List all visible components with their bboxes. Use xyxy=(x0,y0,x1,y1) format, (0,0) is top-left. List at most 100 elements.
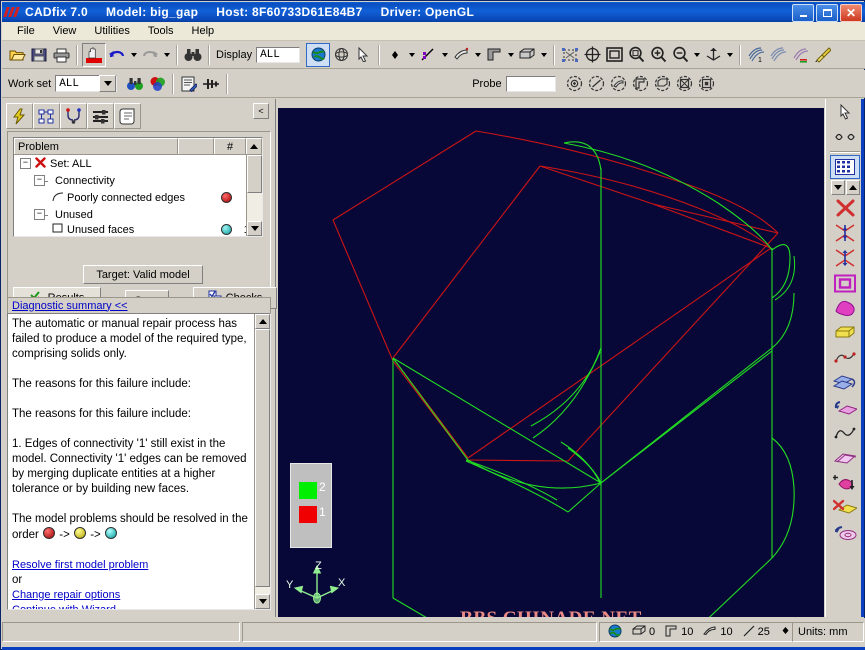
undo-icon[interactable] xyxy=(106,44,128,66)
add-feature-icon[interactable] xyxy=(830,471,860,495)
continue-with-wizard-link[interactable]: Continue with Wizard xyxy=(12,604,116,609)
zoom-in-icon[interactable] xyxy=(647,44,669,66)
hierarchy-icon[interactable] xyxy=(33,103,60,129)
shade-3-icon[interactable] xyxy=(789,44,811,66)
remove-feature-icon[interactable] xyxy=(830,496,860,520)
patch-surface-icon[interactable] xyxy=(830,271,860,295)
hand-stop-icon[interactable] xyxy=(82,42,106,67)
split-vertical-icon[interactable] xyxy=(830,246,860,270)
sew-surface-icon[interactable] xyxy=(830,296,860,320)
tree-scroll-down-button[interactable] xyxy=(247,221,262,236)
fit-selection-icon[interactable] xyxy=(559,44,581,66)
table-row[interactable]: Poorly connected edges 8 xyxy=(14,189,262,206)
expander-connectivity[interactable]: − xyxy=(34,175,45,186)
binoculars-icon[interactable] xyxy=(182,44,204,66)
open-folder-icon[interactable] xyxy=(6,44,28,66)
workset-dropdown-icon[interactable] xyxy=(99,75,117,92)
point-icon[interactable] xyxy=(384,44,406,66)
table-row[interactable]: − Set: ALL xyxy=(14,155,262,172)
save-icon[interactable] xyxy=(28,44,50,66)
expander-unused[interactable]: − xyxy=(34,209,45,220)
sliders-icon[interactable] xyxy=(87,103,114,129)
probe-group-icon[interactable] xyxy=(696,73,718,95)
redo-icon[interactable] xyxy=(139,44,161,66)
diagnostic-summary-bar[interactable]: Diagnostic summary << xyxy=(7,297,271,314)
display-field[interactable]: ALL xyxy=(256,46,301,63)
minimize-button[interactable] xyxy=(792,4,814,22)
arrow-pointer-icon[interactable] xyxy=(830,100,860,124)
table-row[interactable]: Unused faces 10 xyxy=(14,223,262,236)
table-grid-icon[interactable] xyxy=(830,155,860,179)
face-dropdown-icon[interactable] xyxy=(505,44,516,66)
menu-item-view[interactable]: View xyxy=(44,23,86,39)
merge-vertical-icon[interactable] xyxy=(830,221,860,245)
diagnostic-scroll-thumb[interactable] xyxy=(255,329,270,587)
undo-feature-icon[interactable] xyxy=(830,521,860,545)
stack-surfaces-icon[interactable] xyxy=(830,371,860,395)
scroll-down-icon[interactable] xyxy=(830,180,845,195)
lightning-icon[interactable] xyxy=(6,103,33,129)
probe-solid-icon[interactable] xyxy=(674,73,696,95)
edge-pair-icon[interactable] xyxy=(830,125,860,149)
menu-item-help[interactable]: Help xyxy=(183,23,224,39)
solid-icon[interactable] xyxy=(516,44,538,66)
shade-2-icon[interactable] xyxy=(767,44,789,66)
paint-brush-icon[interactable] xyxy=(811,44,833,66)
table-row[interactable]: − Connectivity xyxy=(14,172,262,189)
table-row[interactable]: − Unused xyxy=(14,206,262,223)
probe-point-icon[interactable] xyxy=(564,73,586,95)
probe-shell-icon[interactable] xyxy=(652,73,674,95)
problem-tree[interactable]: Problem # − Set: ALL − Connectivity Poor… xyxy=(13,137,263,237)
shade-1-icon[interactable]: 1 xyxy=(745,44,767,66)
delete-x-icon[interactable] xyxy=(830,196,860,220)
workset-combo[interactable]: ALL xyxy=(55,75,118,92)
menu-item-file[interactable]: File xyxy=(8,23,44,39)
menu-item-utilities[interactable]: Utilities xyxy=(85,23,138,39)
spline-icon[interactable] xyxy=(830,421,860,445)
datum-axis-icon[interactable] xyxy=(200,73,222,95)
maximize-button[interactable] xyxy=(816,4,838,22)
diagnostic-scrollbar[interactable] xyxy=(254,314,270,609)
tree-scroll-thumb[interactable] xyxy=(247,155,262,193)
diagnostic-scroll-down-button[interactable] xyxy=(255,594,270,609)
edit-properties-icon[interactable] xyxy=(178,73,200,95)
wireframe-ball-icon[interactable] xyxy=(330,44,352,66)
close-button[interactable]: ✕ xyxy=(840,4,862,22)
surface-dropdown-icon[interactable] xyxy=(472,44,483,66)
tree-scroll-up-button[interactable] xyxy=(246,138,262,154)
probe-curve-icon[interactable] xyxy=(586,73,608,95)
print-icon[interactable] xyxy=(50,44,72,66)
change-repair-options-link[interactable]: Change repair options xyxy=(12,589,120,601)
line-icon[interactable] xyxy=(417,44,439,66)
undo-dropdown-icon[interactable] xyxy=(128,44,139,66)
scroll-up-icon[interactable] xyxy=(845,180,860,195)
color-wheel-icon[interactable] xyxy=(146,73,168,95)
column-status[interactable] xyxy=(178,138,214,154)
resolve-first-model-problem-link[interactable]: Resolve first model problem xyxy=(12,559,148,571)
line-dropdown-icon[interactable] xyxy=(439,44,450,66)
solid-dropdown-icon[interactable] xyxy=(538,44,549,66)
extrude-solid-icon[interactable] xyxy=(830,321,860,345)
rotate-icon[interactable] xyxy=(702,44,724,66)
fit-all-icon[interactable] xyxy=(581,44,603,66)
column-count[interactable]: # xyxy=(214,138,246,154)
point-dropdown-icon[interactable] xyxy=(406,44,417,66)
probe-input[interactable] xyxy=(505,75,556,92)
report-icon[interactable] xyxy=(114,103,141,129)
probe-surface-icon[interactable] xyxy=(608,73,630,95)
zoom-window-icon[interactable] xyxy=(625,44,647,66)
probe-face-icon[interactable] xyxy=(630,73,652,95)
target-button[interactable]: Target: Valid model xyxy=(83,265,203,284)
surface-icon[interactable] xyxy=(450,44,472,66)
collapse-panel-button[interactable]: < xyxy=(253,103,269,119)
zoom-box-icon[interactable] xyxy=(603,44,625,66)
diagnostic-text-pane[interactable]: The automatic or manual repair process h… xyxy=(7,313,271,610)
menu-item-tools[interactable]: Tools xyxy=(139,23,183,39)
diagnostic-summary-link[interactable]: Diagnostic summary << xyxy=(12,300,128,312)
arrow-pointer-icon[interactable] xyxy=(352,44,374,66)
expander-set-all[interactable]: − xyxy=(20,158,31,169)
binoculars-color-icon[interactable] xyxy=(124,73,146,95)
sheet-icon[interactable] xyxy=(830,446,860,470)
zoom-out-icon[interactable] xyxy=(669,44,691,66)
network-icon[interactable] xyxy=(60,103,87,129)
